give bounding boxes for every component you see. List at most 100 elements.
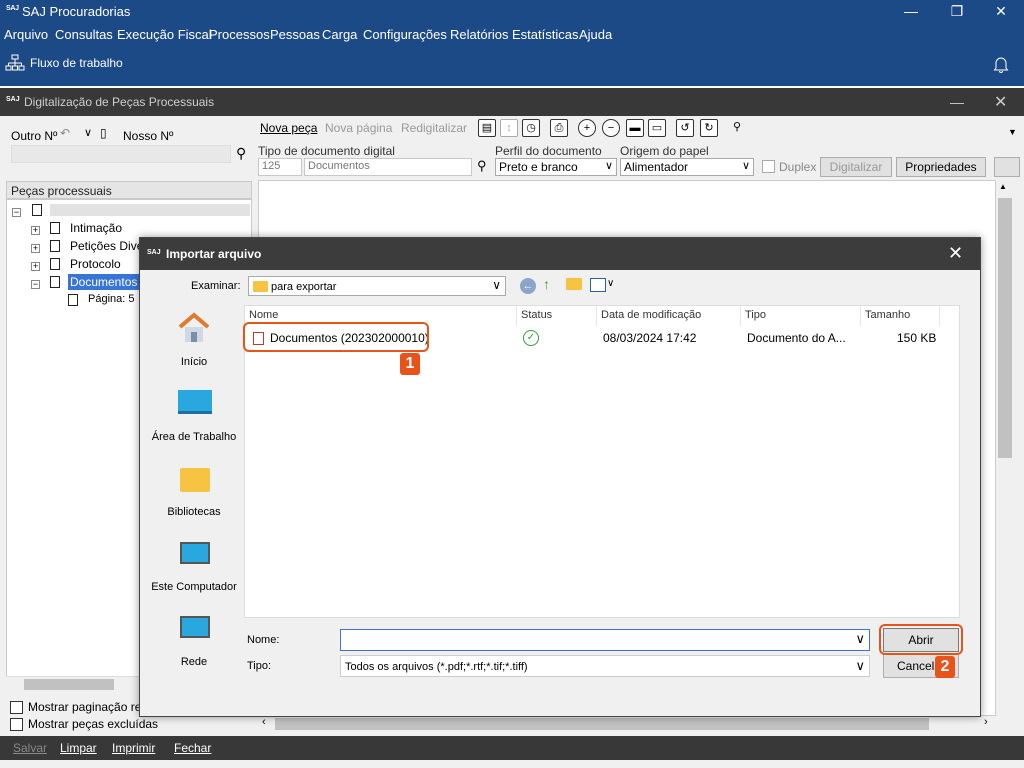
redigitalizar-button[interactable]: Redigitalizar xyxy=(401,121,467,135)
desktop-icon[interactable] xyxy=(178,390,212,414)
place-este-computador[interactable]: Este Computador xyxy=(150,581,238,593)
imprimir-button[interactable]: Imprimir xyxy=(112,741,155,755)
document-stack-icon xyxy=(50,256,60,270)
tree-item-pagina[interactable]: Página: 5 xyxy=(88,293,134,305)
digitalizar-button[interactable]: Digitalizar xyxy=(820,157,892,177)
tree-expand-peticoes[interactable]: + xyxy=(31,240,40,254)
libraries-icon[interactable] xyxy=(180,468,210,492)
tree-item-peticoes[interactable]: Petições Diversas xyxy=(70,239,140,253)
menu-execucao-fiscal[interactable]: Execução Fiscal xyxy=(117,27,212,42)
workflow-label[interactable]: Fluxo de trabalho xyxy=(30,56,123,70)
tree-item-documentos[interactable]: Documentos xyxy=(68,274,140,290)
rotate-left-icon[interactable]: ↺ xyxy=(676,119,694,137)
rotate-right-icon[interactable]: ↻ xyxy=(700,119,718,137)
tree-expand-root[interactable]: − xyxy=(12,204,21,218)
new-folder-icon[interactable] xyxy=(566,278,582,290)
tree-item-protocolo[interactable]: Protocolo xyxy=(70,257,121,271)
place-inicio[interactable]: Início xyxy=(150,356,238,368)
network-icon[interactable] xyxy=(180,616,210,638)
zoom-in-icon[interactable]: + xyxy=(578,119,596,137)
nome-input[interactable]: ∨ xyxy=(340,629,870,651)
place-area-de-trabalho[interactable]: Área de Trabalho xyxy=(150,431,238,443)
nova-pagina-button[interactable]: Nova página xyxy=(325,121,392,135)
workflow-icon[interactable] xyxy=(5,54,25,72)
vscroll-thumb[interactable] xyxy=(998,198,1012,458)
up-folder-icon[interactable]: ↑ xyxy=(543,276,550,292)
note-icon[interactable]: ▯ xyxy=(100,126,107,140)
minimize-button[interactable]: — xyxy=(888,0,934,24)
relative-pagination-checkbox[interactable] xyxy=(10,701,23,714)
origem-select[interactable]: Alimentador ∨ xyxy=(620,158,754,176)
fechar-button[interactable]: Fechar xyxy=(174,741,211,755)
highlight-box-2 xyxy=(879,624,963,655)
chevron-down-icon: ∨ xyxy=(492,278,501,292)
move-icon[interactable]: ↕ xyxy=(500,119,518,137)
column-tipo[interactable]: Tipo xyxy=(745,309,766,321)
close-button[interactable]: ✕ xyxy=(978,0,1024,24)
scrollbar-thumb[interactable] xyxy=(24,679,114,690)
column-status[interactable]: Status xyxy=(521,309,552,321)
place-bibliotecas[interactable]: Bibliotecas xyxy=(150,506,238,518)
chevron-down-icon[interactable]: ∨ xyxy=(855,631,865,647)
view-menu-icon[interactable] xyxy=(590,278,606,292)
column-tamanho[interactable]: Tamanho xyxy=(865,309,910,321)
fit-width-icon[interactable]: ▬ xyxy=(626,119,644,137)
menu-estatisticas[interactable]: Estatísticas xyxy=(512,27,578,42)
column-data[interactable]: Data de modificação xyxy=(601,309,701,321)
hscroll-thumb[interactable] xyxy=(275,718,929,730)
nova-peca-button[interactable]: Nova peça xyxy=(260,121,317,135)
perfil-select[interactable]: Preto e branco ∨ xyxy=(495,158,617,176)
menu-ajuda[interactable]: Ajuda xyxy=(579,27,612,42)
menu-arquivo[interactable]: Arquivo xyxy=(4,27,48,42)
trash-icon[interactable]: ▤ xyxy=(478,119,496,137)
inner-close-button[interactable]: ✕ xyxy=(994,92,1007,112)
back-icon[interactable]: ← xyxy=(520,278,536,294)
inner-minimize-button[interactable]: — xyxy=(950,94,964,110)
tree-expand-intimacao[interactable]: + xyxy=(31,222,40,236)
chevron-down-icon[interactable]: ∨ xyxy=(607,278,614,289)
duplex-checkbox[interactable] xyxy=(762,160,775,173)
tree-expand-protocolo[interactable]: + xyxy=(31,258,40,272)
search-icon[interactable]: ⚲ xyxy=(236,145,246,162)
column-nome[interactable]: Nome xyxy=(249,309,278,321)
menu-pessoas[interactable]: Pessoas xyxy=(270,27,320,42)
tree-item-intimacao[interactable]: Intimação xyxy=(70,221,122,235)
scroll-left-icon[interactable]: ‹ xyxy=(262,716,266,728)
scroll-right-icon[interactable]: › xyxy=(984,716,988,728)
computer-icon[interactable] xyxy=(180,542,210,564)
tipo-value-field[interactable]: Documentos xyxy=(304,158,472,176)
fit-page-icon[interactable]: ▭ xyxy=(648,119,666,137)
process-doc-icon xyxy=(32,202,42,216)
tipo-select[interactable]: Todos os arquivos (*.pdf;*.rtf;*.tif;*.t… xyxy=(340,655,870,677)
dialog-close-icon[interactable]: ✕ xyxy=(948,243,963,264)
tipo-code-field[interactable]: 125 xyxy=(258,158,302,176)
menu-processos[interactable]: Processos xyxy=(209,27,270,42)
menu-relatorios[interactable]: Relatórios xyxy=(450,27,509,42)
bell-icon[interactable] xyxy=(993,55,1009,73)
tree-expand-documentos[interactable]: − xyxy=(31,276,40,290)
home-icon[interactable] xyxy=(176,312,212,344)
salvar-button[interactable]: Salvar xyxy=(13,741,47,755)
scan-view-icon[interactable]: ⚲ xyxy=(728,119,746,137)
undo-icon[interactable]: ↶ xyxy=(60,126,70,140)
propriedades-button[interactable]: Propriedades xyxy=(896,157,986,177)
place-rede[interactable]: Rede xyxy=(150,656,238,668)
zoom-out-icon[interactable]: − xyxy=(602,119,620,137)
processo-input[interactable] xyxy=(11,145,231,163)
extra-button[interactable] xyxy=(994,157,1020,177)
print-icon[interactable]: ⎙ xyxy=(550,119,568,137)
menu-carga[interactable]: Carga xyxy=(322,27,357,42)
search-icon[interactable]: ⚲ xyxy=(477,158,487,174)
history-icon[interactable]: ◷ xyxy=(522,119,540,137)
limpar-button[interactable]: Limpar xyxy=(60,741,97,755)
vertical-scrollbar[interactable]: ▲ xyxy=(996,180,1014,716)
toolbar-overflow-icon[interactable]: ▼ xyxy=(1008,127,1017,137)
scroll-up-icon[interactable]: ▲ xyxy=(999,182,1007,191)
menu-consultas[interactable]: Consultas xyxy=(55,27,113,42)
preview-hscrollbar[interactable]: ‹ › xyxy=(258,716,996,732)
menu-configuracoes[interactable]: Configurações xyxy=(363,27,447,42)
folder-select[interactable]: para exportar ∨ xyxy=(248,276,506,296)
chevron-down-icon[interactable]: ∨ xyxy=(84,126,92,139)
restore-button[interactable]: ❐ xyxy=(934,0,980,24)
excluded-pieces-checkbox[interactable] xyxy=(10,718,23,731)
